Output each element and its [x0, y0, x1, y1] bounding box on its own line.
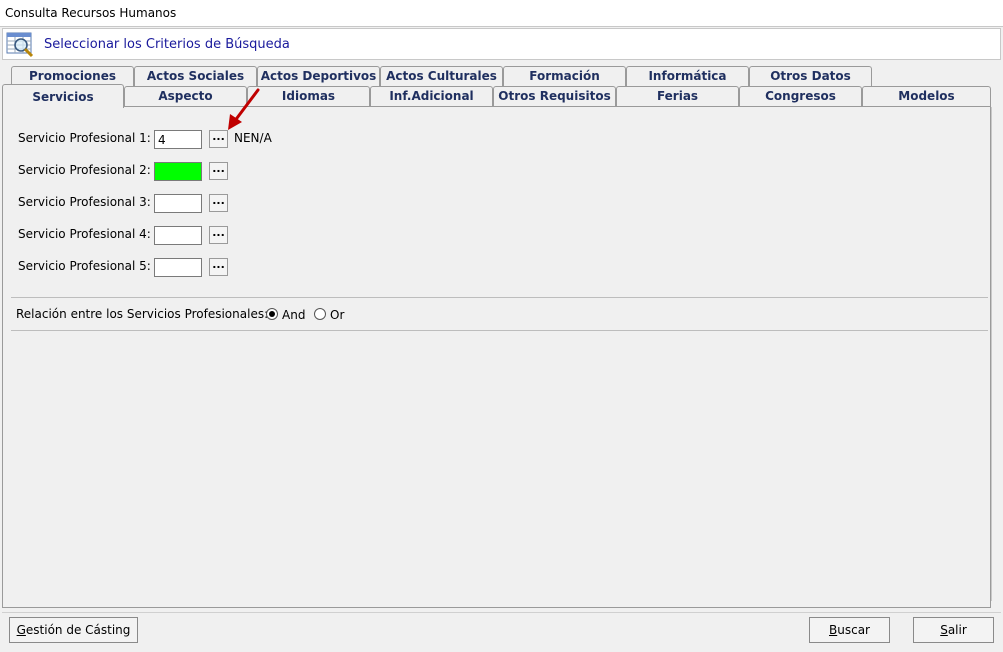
service-2-browse-button[interactable]: ... [209, 162, 228, 180]
service-4-label: Servicio Profesional 4: [18, 227, 151, 241]
servicios-panel: Servicio Profesional 1: 4 ... NEN/A Serv… [2, 106, 991, 608]
tab-inf-adicional[interactable]: Inf.Adicional [370, 86, 493, 106]
casting-mnemonic: G [16, 623, 26, 637]
service-4-field[interactable] [154, 226, 202, 245]
tab-actos-culturales[interactable]: Actos Culturales [380, 66, 503, 86]
tab-otros-requisitos[interactable]: Otros Requisitos [493, 86, 616, 106]
gestion-casting-button[interactable]: Gestión de Cásting [9, 617, 138, 643]
tab-formacion[interactable]: Formación [503, 66, 626, 86]
window-titlebar: Consulta Recursos Humanos [0, 0, 1003, 27]
relation-label: Relación entre los Servicios Profesional… [16, 307, 269, 321]
service-4-browse-button[interactable]: ... [209, 226, 228, 244]
salir-label: alir [947, 623, 967, 637]
buscar-mnemonic: B [829, 623, 838, 637]
tab-actos-sociales[interactable]: Actos Sociales [134, 66, 257, 86]
service-3-browse-button[interactable]: ... [209, 194, 228, 212]
salir-mnemonic: S [940, 623, 948, 637]
footer-divider [2, 612, 1001, 613]
tab-ferias[interactable]: Ferias [616, 86, 739, 106]
divider [11, 330, 988, 331]
tab-idiomas[interactable]: Idiomas [247, 86, 370, 106]
service-2-field[interactable] [154, 162, 202, 181]
service-3-field[interactable] [154, 194, 202, 213]
tab-otros-datos[interactable]: Otros Datos [749, 66, 872, 86]
buscar-label: uscar [837, 623, 870, 637]
annotation-arrow-icon [228, 88, 260, 130]
radio-or-label[interactable]: Or [330, 308, 344, 322]
service-5-field[interactable] [154, 258, 202, 277]
service-5-browse-button[interactable]: ... [209, 258, 228, 276]
tab-servicios[interactable]: Servicios [2, 84, 124, 108]
buscar-button[interactable]: Buscar [809, 617, 890, 643]
tab-promociones[interactable]: Promociones [11, 66, 134, 86]
page-title: Seleccionar los Criterios de Búsqueda [44, 37, 290, 52]
service-5-label: Servicio Profesional 5: [18, 259, 151, 273]
radio-and-label[interactable]: And [282, 308, 305, 322]
tab-congresos[interactable]: Congresos [739, 86, 862, 106]
service-2-label: Servicio Profesional 2: [18, 163, 151, 177]
service-1-label: Servicio Profesional 1: [18, 131, 151, 145]
casting-label: estión de Cásting [25, 623, 131, 637]
salir-button[interactable]: Salir [913, 617, 994, 643]
service-3-label: Servicio Profesional 3: [18, 195, 151, 209]
panel-frame-edge [991, 107, 1001, 601]
tab-actos-deportivos[interactable]: Actos Deportivos [257, 66, 380, 86]
criteria-header: Seleccionar los Criterios de Búsqueda [2, 28, 1001, 60]
radio-or[interactable] [314, 308, 326, 320]
divider [11, 297, 988, 298]
radio-selected-dot [269, 311, 275, 317]
service-1-field[interactable]: 4 [154, 130, 202, 149]
tab-informatica[interactable]: Informática [626, 66, 749, 86]
tab-modelos[interactable]: Modelos [862, 86, 991, 106]
search-grid-icon [6, 32, 34, 58]
radio-and[interactable] [266, 308, 278, 320]
window-title: Consulta Recursos Humanos [5, 6, 177, 20]
